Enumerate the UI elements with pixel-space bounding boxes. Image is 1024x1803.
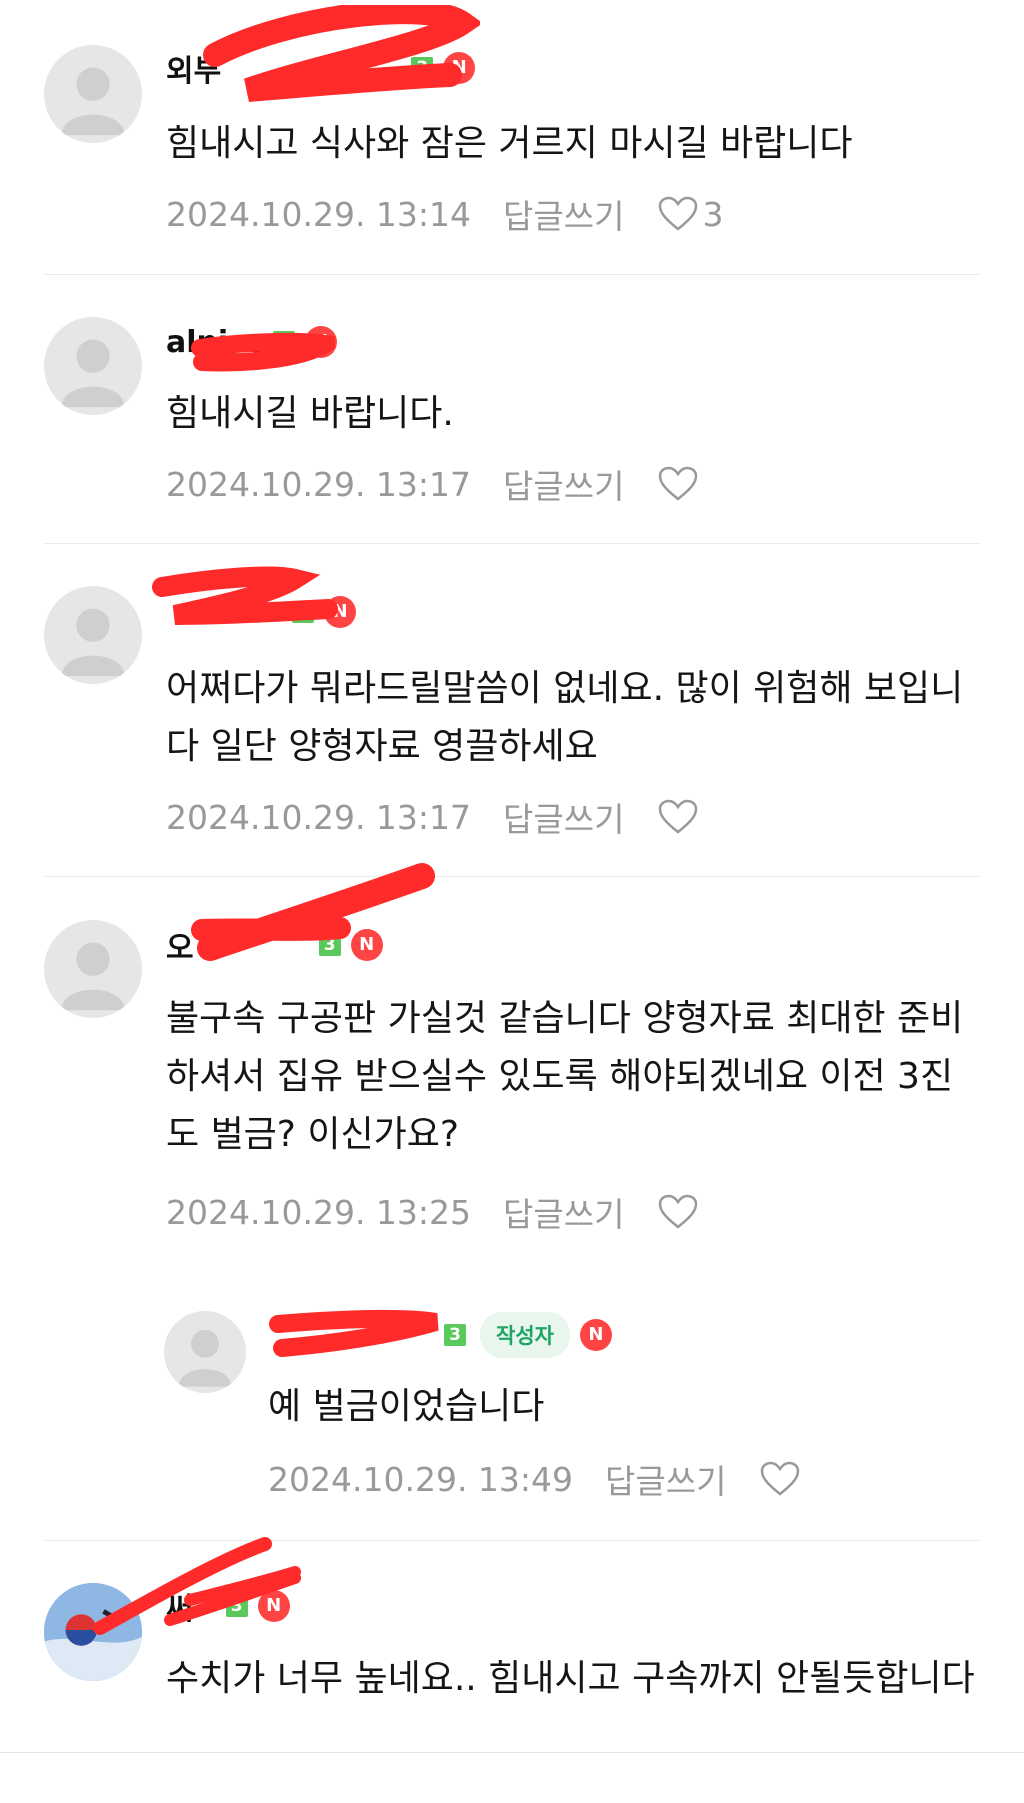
nickname[interactable]: 외부 xyxy=(166,46,221,90)
level-badge: 3 xyxy=(272,331,295,353)
comment-date: 2024.10.29. 13:49 xyxy=(268,1459,574,1499)
reply-button[interactable]: 답글쓰기 xyxy=(605,1455,726,1503)
new-badge: N xyxy=(443,52,476,84)
level-badge: 3 xyxy=(225,1595,248,1617)
comment-date: 2024.10.29. 13:14 xyxy=(166,194,472,234)
default-avatar-icon xyxy=(178,1329,232,1387)
nickname[interactable]: 써 xyxy=(166,1584,194,1628)
reply-button[interactable]: 답글쓰기 xyxy=(503,1188,624,1236)
comment-date: 2024.10.29. 13:17 xyxy=(166,797,472,837)
new-badge: N xyxy=(350,929,383,961)
avatar[interactable] xyxy=(44,45,142,143)
comment-text: 예 벌금이었습니다 xyxy=(268,1386,545,1427)
heart-icon[interactable] xyxy=(658,1194,698,1230)
default-avatar-icon xyxy=(61,67,125,136)
avatar[interactable] xyxy=(44,317,142,415)
new-badge: N xyxy=(579,1319,612,1351)
default-avatar-icon xyxy=(61,942,125,1011)
comment-header: alnico 3 N xyxy=(166,322,337,362)
avatar[interactable] xyxy=(44,1583,142,1681)
bottom-toolbar xyxy=(0,1752,1024,1803)
level-badge: 3 xyxy=(292,601,314,623)
divider xyxy=(44,274,980,275)
divider xyxy=(44,543,980,544)
comment-text: 불구속 구공판 가실것 같습니다 양형자료 최대한 준비하셔서 집유 받으실수 … xyxy=(166,998,964,1155)
comment-date: 2024.10.29. 13:25 xyxy=(166,1192,472,1232)
heart-icon[interactable] xyxy=(658,799,698,835)
reply-button[interactable]: 답글쓰기 xyxy=(503,793,624,841)
comment-header: 3 N xyxy=(166,592,356,632)
comment-meta: 2024.10.29. 13:25 답글쓰기 xyxy=(166,1188,702,1236)
flag-avatar-icon xyxy=(44,1583,142,1681)
comment-header: 외부 3 N xyxy=(166,46,476,90)
divider xyxy=(44,1540,980,1541)
comment-text: 수치가 너무 높네요.. 힘내시고 구속까지 안될듯합니다 xyxy=(166,1658,975,1699)
new-badge: N xyxy=(304,326,337,358)
default-avatar-icon xyxy=(61,608,125,677)
comment-header: 3 작성자 N xyxy=(268,1312,612,1358)
divider xyxy=(44,876,980,877)
comment-text: 어쩌다가 뭐라드릴말씀이 없네요. 많이 위험해 보입니다 일단 양형자료 영끌… xyxy=(166,668,964,767)
like-count: 3 xyxy=(702,194,724,234)
nickname[interactable]: 오 xyxy=(166,923,194,967)
reply-button[interactable]: 답글쓰기 xyxy=(503,190,624,238)
level-badge: 3 xyxy=(411,57,434,79)
comment-date: 2024.10.29. 13:17 xyxy=(166,464,472,504)
reply-button[interactable]: 답글쓰기 xyxy=(503,460,624,508)
comment-header: 오 3 N xyxy=(166,923,383,967)
level-badge: 3 xyxy=(318,934,341,956)
comment-meta: 2024.10.29. 13:14 답글쓰기 3 xyxy=(166,190,723,238)
new-badge: N xyxy=(257,1590,290,1622)
default-avatar-icon xyxy=(61,339,125,408)
avatar[interactable] xyxy=(164,1311,246,1393)
heart-icon[interactable] xyxy=(658,196,698,232)
comment-header: 써 3 N xyxy=(166,1584,290,1628)
comment-text: 힘내시길 바랍니다. xyxy=(166,393,454,434)
comment-text: 힘내시고 식사와 잠은 거르지 마시길 바랍니다 xyxy=(166,123,853,164)
author-badge: 작성자 xyxy=(480,1312,570,1358)
avatar[interactable] xyxy=(44,586,142,684)
heart-icon[interactable] xyxy=(658,466,698,502)
heart-icon[interactable] xyxy=(760,1461,800,1497)
comment-meta: 2024.10.29. 13:49 답글쓰기 xyxy=(268,1455,804,1503)
level-badge: 3 xyxy=(444,1324,466,1346)
new-badge: N xyxy=(324,596,356,628)
comment-meta: 2024.10.29. 13:17 답글쓰기 xyxy=(166,793,702,841)
nickname[interactable]: alnico xyxy=(166,325,267,360)
comment-meta: 2024.10.29. 13:17 답글쓰기 xyxy=(166,460,702,508)
avatar[interactable] xyxy=(44,920,142,1018)
